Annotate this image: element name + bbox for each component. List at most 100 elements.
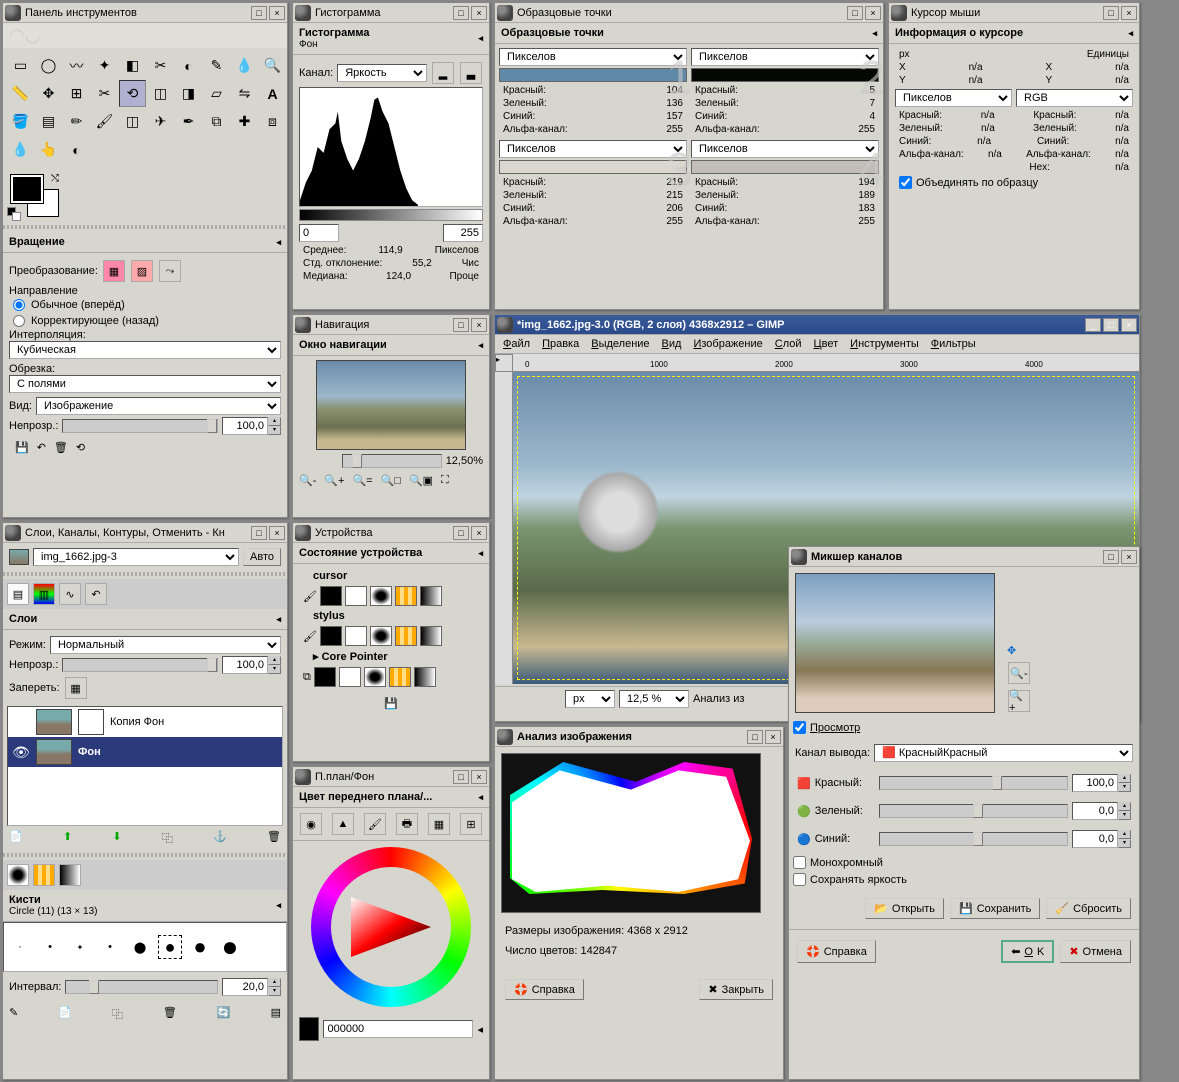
colorpicker-tool[interactable]: 💧	[231, 52, 258, 79]
help-button[interactable]: 🛟 Справка	[505, 979, 584, 1000]
transform-layer-icon[interactable]: ▦	[103, 260, 125, 282]
ruler-vertical[interactable]	[495, 372, 513, 684]
pattern-swatch[interactable]	[395, 586, 417, 606]
nav-thumbnail[interactable]	[316, 360, 466, 450]
menu-filters[interactable]: Фильтры	[931, 338, 976, 350]
layers-menu-icon[interactable]: ◂	[276, 614, 281, 625]
minimize-button[interactable]: □	[453, 6, 469, 20]
swatches-icon[interactable]: ⊞	[460, 813, 482, 835]
minimize-button[interactable]: □	[251, 6, 267, 20]
minimize-button[interactable]: □	[847, 6, 863, 20]
output-select[interactable]: 🟥 КрасныйКрасный	[874, 744, 1133, 762]
measure-tool[interactable]: 📏	[7, 80, 34, 107]
close-button[interactable]: ×	[1121, 318, 1137, 332]
gradients-tab[interactable]	[59, 864, 81, 886]
help-button[interactable]: 🛟 Справка	[797, 940, 876, 963]
crop-tool[interactable]: ✂	[91, 80, 118, 107]
view-select[interactable]: Изображение	[36, 397, 281, 415]
undo-tab[interactable]: ↶	[85, 583, 107, 605]
palette-icon[interactable]: ▦	[428, 813, 450, 835]
cancel-button[interactable]: ✖ Отмена	[1060, 940, 1131, 963]
zoom-out-icon[interactable]: 🔍-	[1008, 662, 1030, 684]
lock-pixels-icon[interactable]: ▦	[65, 677, 87, 699]
mode-select[interactable]: RGB	[1016, 89, 1133, 107]
layers-tab[interactable]: ▤	[7, 583, 29, 605]
scale-tool[interactable]: ◫	[147, 80, 174, 107]
image-thumb-icon[interactable]	[9, 549, 29, 565]
unit-select[interactable]: Пикселов	[895, 89, 1012, 107]
fgbg-menu-icon[interactable]: ◂	[478, 792, 483, 803]
menu-file[interactable]: Файл	[503, 338, 530, 350]
smudge-tool[interactable]: 👆	[35, 136, 62, 163]
zoom-fill-icon[interactable]: 🔍▣	[409, 474, 433, 487]
minimize-button[interactable]: □	[747, 730, 763, 744]
wand-tool[interactable]: ✦	[91, 52, 118, 79]
dir-normal-radio[interactable]: Обычное (вперёд)	[9, 297, 281, 313]
mono-checkbox[interactable]: Монохромный	[789, 854, 1139, 871]
hist-max-input[interactable]	[443, 224, 483, 242]
restore-preset-icon[interactable]: ↶	[37, 441, 46, 454]
duplicate-layer-icon[interactable]: ⿻	[162, 830, 173, 846]
bg-swatch[interactable]	[345, 586, 367, 606]
close-button[interactable]: ×	[471, 526, 487, 540]
brush-item[interactable]: ✦	[68, 935, 92, 959]
perspective-tool[interactable]: ▱	[203, 80, 230, 107]
patterns-tab[interactable]	[33, 864, 55, 886]
options-menu-icon[interactable]: ◂	[276, 237, 281, 248]
minimize-button[interactable]: □	[453, 526, 469, 540]
fg-swatch[interactable]	[320, 586, 342, 606]
close-button[interactable]: ×	[269, 526, 285, 540]
current-color[interactable]	[299, 1017, 319, 1041]
brush-item[interactable]: ●	[158, 935, 182, 959]
green-slider[interactable]	[879, 804, 1068, 818]
zoom-fit-icon[interactable]: 🔍□	[381, 474, 401, 487]
brush-item[interactable]: ·	[8, 935, 32, 959]
save-button[interactable]: 💾 Сохранить	[950, 898, 1040, 919]
brush-swatch[interactable]	[370, 586, 392, 606]
brush-icon[interactable]: 🖌	[303, 590, 317, 603]
layer-name[interactable]: Фон	[78, 746, 101, 758]
opacity-input[interactable]: ▴▾	[222, 417, 281, 435]
blend-tool[interactable]: ▤	[35, 108, 62, 135]
close-button[interactable]: ×	[765, 730, 781, 744]
default-colors-icon[interactable]	[7, 207, 21, 221]
brush-item[interactable]: •	[98, 935, 122, 959]
shear-tool[interactable]: ◨	[175, 80, 202, 107]
move-icon[interactable]: ✥	[1007, 644, 1031, 657]
zoom-tool[interactable]: 🔍	[259, 52, 286, 79]
zoom-slider[interactable]	[342, 454, 442, 468]
close-button[interactable]: ×	[471, 770, 487, 784]
align-tool[interactable]: ⊞	[63, 80, 90, 107]
tool-icon[interactable]: ⧉	[303, 671, 311, 684]
green-input[interactable]: ▴▾	[1072, 802, 1131, 820]
interval-input[interactable]: ▴▾	[222, 978, 281, 996]
brush-item[interactable]: ⬤	[128, 935, 152, 959]
pencil-tool[interactable]: ✏	[63, 108, 90, 135]
image-select[interactable]: img_1662.jpg-3	[33, 548, 239, 566]
flip-tool[interactable]: ⇋	[231, 80, 258, 107]
minimize-button[interactable]: □	[251, 526, 267, 540]
sample-unit-select[interactable]: Пикселов	[691, 48, 879, 66]
channels-tab[interactable]: ▥	[33, 583, 55, 605]
dir-correct-radio[interactable]: Корректирующее (назад)	[9, 313, 281, 329]
status-unit-select[interactable]: px	[565, 690, 615, 708]
cursor-menu-icon[interactable]: ◂	[1128, 28, 1133, 39]
auto-button[interactable]: Авто	[243, 548, 281, 566]
anchor-layer-icon[interactable]: ⚓	[213, 830, 227, 846]
ellipse-select-tool[interactable]: ◯	[35, 52, 62, 79]
red-input[interactable]: ▴▾	[1072, 774, 1131, 792]
close-button[interactable]: ×	[865, 6, 881, 20]
hex-input[interactable]	[323, 1020, 473, 1038]
merge-checkbox[interactable]: Объединять по образцу	[895, 174, 1133, 191]
save-devices-icon[interactable]: 💾	[384, 698, 398, 710]
ruler-corner[interactable]: ▸	[495, 354, 513, 372]
eraser-tool[interactable]: ◫	[119, 108, 146, 135]
perspective-clone-tool[interactable]: ⧈	[259, 108, 286, 135]
fg-swatch[interactable]	[11, 175, 43, 203]
close-button[interactable]: ×	[471, 318, 487, 332]
zoom-in-icon[interactable]: 🔍+	[324, 474, 344, 487]
opacity-slider[interactable]	[62, 419, 218, 433]
raise-layer-icon[interactable]: ⬆	[63, 830, 72, 846]
bucket-tool[interactable]: 🪣	[7, 108, 34, 135]
visibility-icon[interactable]: 👁	[12, 744, 30, 761]
